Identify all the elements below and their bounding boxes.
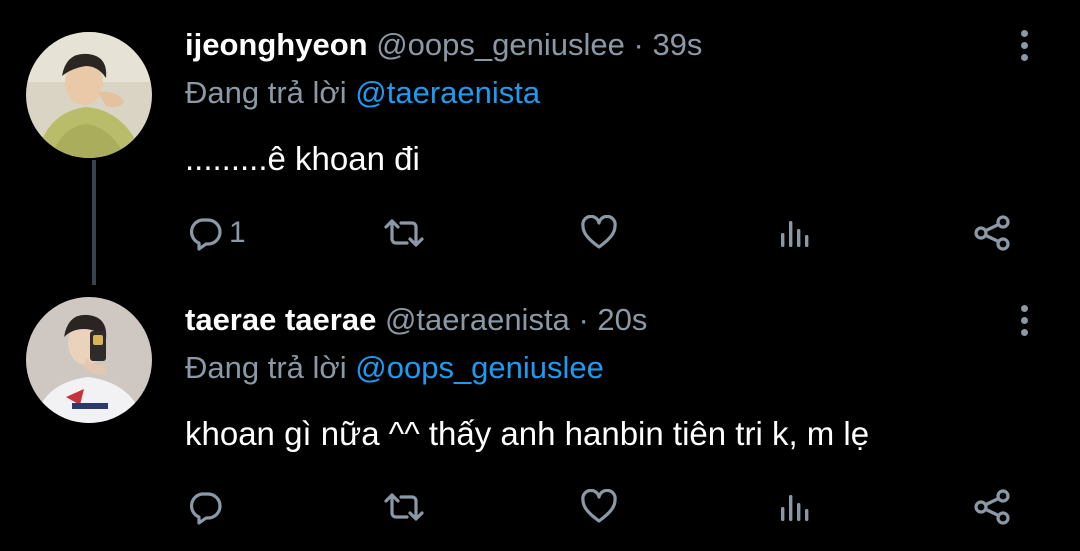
tweet-header: ijeonghyeon @oops_geniuslee · 39s [185, 25, 702, 65]
tweet-text: .........ê khoan đi [185, 140, 420, 177]
replying-to-line: Đang trả lời @oops_geniuslee [185, 348, 604, 388]
tweet-text: khoan gì nữa ^^ thấy anh hanbin tiên tri… [185, 415, 870, 452]
retweet-button[interactable] [383, 482, 431, 532]
reply-count: 1 [229, 216, 246, 249]
replying-to-line: Đang trả lời @taeraenista [185, 73, 540, 113]
like-button[interactable] [580, 208, 624, 258]
more-options-button[interactable] [1010, 300, 1038, 340]
replying-prefix: Đang trả lời [185, 75, 347, 110]
reply-icon [189, 492, 222, 525]
reply-mention-link[interactable]: @oops_geniuslee [355, 350, 604, 385]
tweet-header: taerae taerae @taeraenista · 20s [185, 300, 647, 340]
timestamp[interactable]: 39s [652, 27, 702, 62]
analytics-icon [781, 221, 809, 247]
separator-dot: · [578, 302, 589, 337]
more-vertical-icon [1020, 304, 1028, 312]
share-icon [974, 215, 1010, 251]
tweet-actions [0, 482, 1080, 532]
more-options-button[interactable] [1010, 25, 1038, 65]
analytics-button[interactable] [777, 482, 813, 532]
heart-icon [581, 215, 617, 249]
retweet-icon [384, 219, 424, 247]
reply-button[interactable]: 1 [187, 208, 246, 258]
timestamp[interactable]: 20s [597, 302, 647, 337]
share-button[interactable] [972, 208, 1012, 258]
avatar-image [26, 297, 152, 423]
display-name[interactable]: taerae taerae [185, 302, 376, 337]
analytics-button[interactable] [777, 208, 813, 258]
heart-icon [581, 489, 617, 523]
analytics-icon [781, 495, 809, 521]
like-button[interactable] [580, 482, 624, 532]
retweet-icon [384, 493, 424, 521]
user-handle[interactable]: @oops_geniuslee [376, 27, 625, 62]
tweet[interactable]: ijeonghyeon @oops_geniuslee · 39s Đang t… [0, 0, 1080, 285]
share-button[interactable] [972, 482, 1012, 532]
reply-button[interactable] [187, 482, 229, 532]
avatar[interactable] [26, 32, 152, 158]
retweet-button[interactable] [383, 208, 431, 258]
share-icon [974, 489, 1010, 525]
display-name[interactable]: ijeonghyeon [185, 27, 368, 62]
user-handle[interactable]: @taeraenista [385, 302, 570, 337]
more-vertical-icon [1020, 29, 1028, 37]
avatar-image [26, 32, 152, 158]
replying-prefix: Đang trả lời [185, 350, 347, 385]
avatar[interactable] [26, 297, 152, 423]
reply-mention-link[interactable]: @taeraenista [355, 75, 540, 110]
separator-dot: · [633, 27, 644, 62]
reply-icon [189, 218, 222, 251]
tweet-actions: 1 [0, 208, 1080, 258]
tweet[interactable]: taerae taerae @taeraenista · 20s Đang tr… [0, 285, 1080, 551]
